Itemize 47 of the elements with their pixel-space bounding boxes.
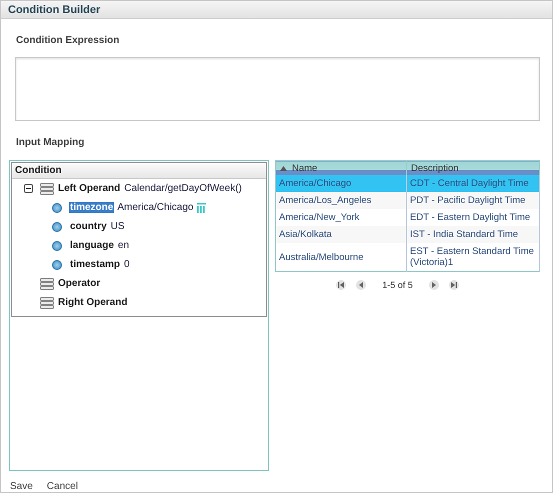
table-cell: CDT - Central Daylight Time [406, 175, 540, 192]
parameter-value: America/Chicago [117, 202, 194, 213]
node-icon [40, 296, 54, 308]
first-page-icon[interactable] [336, 280, 346, 290]
table-cell: Australia/Melbourne [276, 243, 406, 272]
next-page-icon[interactable] [428, 280, 439, 290]
parameter-value: 0 [124, 259, 130, 270]
bars-icon [196, 202, 206, 212]
table-cell: America/New_York [276, 209, 406, 226]
table-cell: IST - India Standard Time [406, 226, 540, 243]
dialog-button[interactable]: Cancel [46, 481, 78, 492]
last-page-icon[interactable] [448, 280, 459, 290]
expression-field[interactable] [15, 57, 540, 121]
previous-page-icon[interactable] [356, 280, 366, 290]
parameter-value: US [110, 221, 125, 232]
table-cell: America/Chicago [276, 175, 406, 192]
parameter-name[interactable]: timestamp [69, 259, 122, 270]
parameter-name[interactable]: language [69, 240, 115, 251]
table-cell: America/Los_Angeles [276, 192, 406, 209]
grid-row[interactable]: America/New_York EDT - Eastern Daylight Time [276, 209, 540, 226]
window-title: Condition Builder [8, 4, 100, 16]
grid-row[interactable]: America/Chicago CDT - Central Daylight Time [276, 175, 540, 192]
collapse-toggle[interactable] [24, 184, 33, 193]
table-cell: EDT - Eastern Daylight Time [406, 209, 540, 226]
table-cell: EST - Eastern Standard Time (Victoria)1 [406, 243, 540, 272]
parameter-value: en [118, 240, 130, 251]
node-value: Calendar/getDayOfWeek() [124, 183, 242, 194]
parameter-name[interactable]: timezone [69, 202, 114, 213]
sort-icon [280, 166, 287, 170]
section-label: Input Mapping [16, 137, 86, 148]
section-label: Condition Expression [16, 35, 120, 46]
column-header[interactable]: Description [406, 160, 540, 175]
column-header[interactable]: Name [276, 160, 406, 175]
dialog-button[interactable]: Save [10, 481, 33, 492]
tree-node[interactable]: Left Operand [57, 183, 122, 194]
grid-row[interactable]: Asia/Kolkata IST - India Standard Time [276, 226, 540, 243]
table-cell: Asia/Kolkata [276, 226, 406, 243]
node-icon [40, 182, 54, 194]
parameter-name[interactable]: country [69, 221, 108, 232]
table-cell: PDT - Pacific Daylight Time [406, 192, 540, 209]
grid-row[interactable]: America/Los_Angeles PDT - Pacific Daylight Time [276, 192, 540, 209]
page-info: 1-5 of 5 [382, 280, 413, 290]
tree-header: Condition [12, 163, 266, 179]
node-icon [40, 278, 54, 290]
grid-row[interactable]: Australia/Melbourne EST - Eastern Standard Time (Victoria)1 [276, 243, 540, 272]
tree-node[interactable]: Operator [57, 278, 102, 289]
tree-node[interactable]: Right Operand [57, 297, 128, 308]
